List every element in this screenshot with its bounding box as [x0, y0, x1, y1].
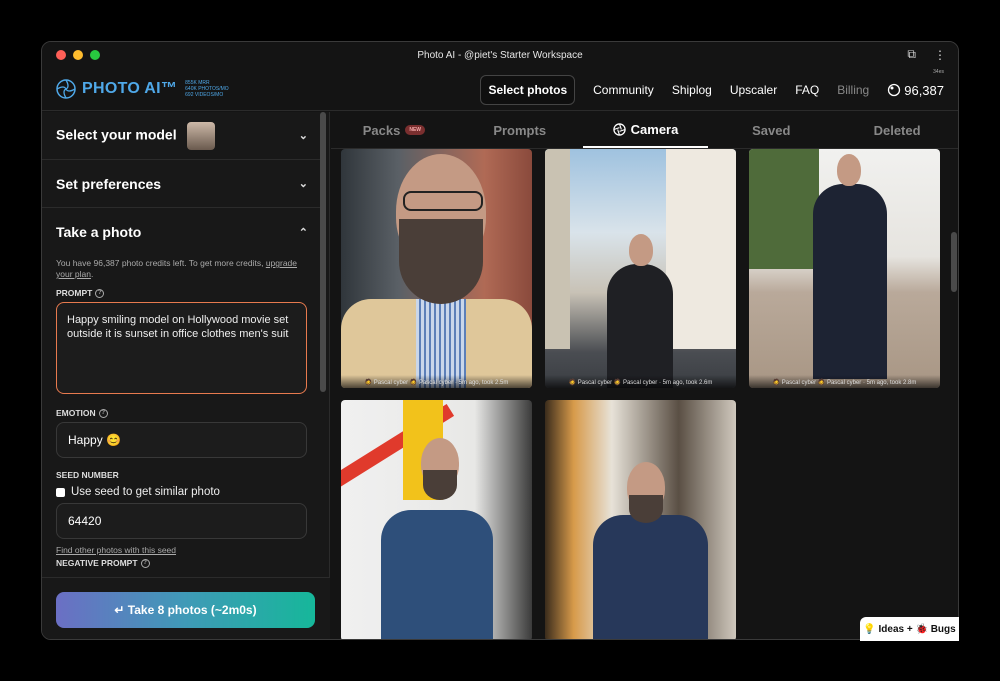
help-icon[interactable]: ?	[140, 558, 150, 568]
photo-building	[545, 149, 570, 349]
photo-subject-suit	[607, 264, 673, 388]
app-header: PHOTO AI™ 855K MRR 640K PHOTOS/MO 692 VI…	[42, 68, 958, 111]
set-preferences-label: Set preferences	[56, 175, 162, 192]
find-seed-photos-link[interactable]: Find other photos with this seed	[56, 545, 308, 555]
seed-input[interactable]: 64420	[56, 503, 307, 539]
window-controls	[56, 50, 100, 60]
select-model-label: Select your model	[56, 126, 177, 143]
photo-card[interactable]	[545, 400, 736, 639]
photo-card[interactable]: 🧔 Pascal cyber 🧔 Pascal cyber · 5m ago, …	[545, 149, 736, 388]
credits-value: 96,387	[904, 82, 944, 98]
help-icon[interactable]: ?	[95, 288, 105, 298]
photo-gallery: 🧔 Pascal cyber 🧔 Pascal cyber · 5m ago, …	[341, 149, 951, 639]
extension-icon[interactable]: ⧉	[907, 47, 916, 62]
accordion-take-photo[interactable]: Take a photo ⌃	[42, 208, 322, 256]
select-photos-button[interactable]: Select photos	[480, 75, 576, 105]
photo-ai-logo-icon	[56, 79, 76, 99]
photo-caption	[341, 628, 532, 639]
nav-faq[interactable]: FAQ	[795, 83, 819, 97]
seed-label: SEED NUMBER	[56, 470, 119, 480]
accordion-select-model[interactable]: Select your model ⌄	[42, 112, 322, 160]
gallery-scrollbar[interactable]	[951, 232, 957, 292]
photo-subject-face	[629, 234, 653, 266]
photo-subject-beard	[629, 495, 663, 523]
photo-subject-beard	[423, 470, 457, 500]
take-photo-label: Take a photo	[56, 224, 142, 240]
stat-videos: 692 VIDEOS/MO	[185, 92, 224, 98]
tab-saved[interactable]: Saved	[708, 112, 834, 148]
negative-prompt-label-text: NEGATIVE PROMPT	[56, 558, 138, 568]
titlebar-actions: ⧉ ⋮	[907, 47, 946, 62]
tab-packs-label: Packs	[362, 122, 401, 138]
seed-checkbox[interactable]	[56, 487, 65, 497]
credits-icon	[888, 83, 901, 97]
main-nav: Select photos Community Shiplog Upscaler…	[480, 69, 944, 105]
seed-checkbox-label: Use seed to get similar photo	[71, 486, 220, 498]
logo-stats: 855K MRR 640K PHOTOS/MO 692 VIDEOS/MO	[185, 80, 229, 98]
prompt-label: PROMPT?	[56, 288, 308, 298]
emotion-select[interactable]: Happy 😊	[56, 422, 307, 458]
maximize-window-button[interactable]	[90, 50, 100, 60]
tab-camera-label: Camera	[630, 121, 679, 137]
close-window-button[interactable]	[56, 50, 66, 60]
tab-camera[interactable]: Camera	[582, 112, 709, 148]
new-badge: NEW	[405, 125, 426, 135]
nav-community[interactable]: Community	[593, 83, 654, 97]
window-title: Photo AI - @piet's Starter Workspace	[417, 49, 583, 61]
photo-caption	[545, 628, 736, 639]
photo-tree	[749, 149, 819, 269]
model-avatar	[186, 121, 215, 150]
nav-upscaler[interactable]: Upscaler	[730, 83, 777, 97]
logo-text: PHOTO AI™	[82, 80, 178, 97]
nav-billing[interactable]: Billing	[837, 83, 869, 97]
tab-packs[interactable]: Packs NEW	[331, 112, 457, 148]
photo-caption: 🧔 Pascal cyber 🧔 Pascal cyber · 5m ago, …	[341, 375, 532, 388]
chevron-down-icon: ⌄	[298, 178, 308, 190]
prompt-label-text: PROMPT	[56, 288, 93, 298]
tab-deleted[interactable]: Deleted	[834, 112, 958, 148]
photo-subject-face	[837, 154, 861, 186]
photo-subject-suit	[593, 515, 708, 639]
help-icon[interactable]: ?	[98, 408, 108, 418]
prompt-textarea[interactable]: Happy smiling model on Hollywood movie s…	[56, 302, 307, 394]
sidebar-footer: ↵ Take 8 photos (~2m0s)	[42, 577, 330, 639]
photo-subject-suit	[381, 510, 493, 639]
title-bar: Photo AI - @piet's Starter Workspace ⧉ ⋮	[42, 42, 958, 68]
photo-subject-glasses	[403, 191, 483, 211]
credits-note-text: You have 96,387 photo credits left. To g…	[56, 258, 264, 268]
emotion-label: EMOTION?	[56, 408, 308, 418]
more-options-icon[interactable]: ⋮	[934, 48, 946, 62]
tab-prompts[interactable]: Prompts	[457, 112, 583, 148]
photo-card[interactable]: 🧔 Pascal cyber 🧔 Pascal cyber · 5m ago, …	[341, 149, 532, 388]
photo-subject-suit	[813, 184, 887, 379]
app-window: Photo AI - @piet's Starter Workspace ⧉ ⋮…	[41, 41, 959, 640]
minimize-window-button[interactable]	[73, 50, 83, 60]
aperture-icon	[612, 122, 626, 136]
photo-building	[666, 149, 736, 349]
sidebar-scrollbar[interactable]	[320, 112, 326, 392]
chevron-down-icon: ⌄	[298, 130, 308, 142]
sidebar: Select your model ⌄ Set preferences ⌄ Ta…	[42, 112, 330, 639]
accordion-set-preferences[interactable]: Set preferences ⌄	[42, 160, 322, 208]
credits-note: You have 96,387 photo credits left. To g…	[56, 258, 298, 279]
take-photos-button[interactable]: ↵ Take 8 photos (~2m0s)	[56, 592, 315, 628]
ideas-bugs-button[interactable]: 💡 Ideas + 🐞 Bugs	[860, 617, 959, 641]
photo-caption: 🧔 Pascal cyber 🧔 Pascal cyber · 5m ago, …	[749, 375, 940, 388]
negative-prompt-label: NEGATIVE PROMPT?	[56, 558, 308, 568]
nav-shiplog[interactable]: Shiplog	[672, 83, 712, 97]
photo-card[interactable]	[341, 400, 532, 639]
credits-tiny: 34es	[933, 68, 944, 75]
seed-checkbox-row[interactable]: Use seed to get similar photo	[56, 486, 308, 498]
take-photo-panel: You have 96,387 photo credits left. To g…	[42, 258, 322, 568]
photo-card[interactable]: 🧔 Pascal cyber 🧔 Pascal cyber · 5m ago, …	[749, 149, 940, 388]
logo[interactable]: PHOTO AI™ 855K MRR 640K PHOTOS/MO 692 VI…	[56, 79, 229, 99]
emotion-label-text: EMOTION	[56, 408, 96, 418]
credits-counter[interactable]: 34es 96,387	[887, 69, 944, 98]
chevron-up-icon: ⌃	[298, 226, 308, 239]
photo-subject-beard	[399, 219, 483, 304]
photo-caption: 🧔 Pascal cyber 🧔 Pascal cyber · 5m ago, …	[545, 375, 736, 388]
gallery-tabs: Packs NEW Prompts Camera Saved Deleted	[331, 112, 958, 149]
